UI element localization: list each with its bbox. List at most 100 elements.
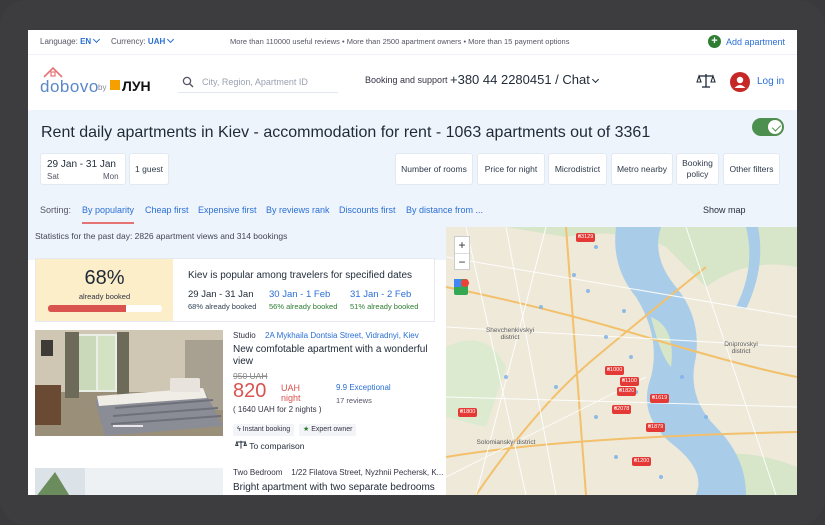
plus-icon: + [707, 35, 721, 48]
listing-type: Studio [233, 331, 256, 340]
price-marker[interactable]: ₴1619 [650, 394, 670, 403]
popularity-card: 68% already booked Kiev is popular among… [35, 258, 435, 322]
show-map-toggle[interactable] [752, 118, 784, 136]
logo-by: by [98, 83, 107, 92]
currency-value: UAH [147, 37, 166, 46]
listing-type-address: Two Bedroom 1/22 Filatova Street, Nyzhni… [233, 468, 443, 477]
booked-progress-bar [48, 305, 162, 312]
date-range-picker[interactable]: 29 Jan - 31 Jan Sat Mon [40, 153, 126, 185]
filter-label: Number of rooms [401, 163, 467, 174]
listing-photo[interactable] [35, 330, 223, 436]
listing-address[interactable]: 2A Mykhaila Dontsia Street, Vidradnyi, K… [265, 331, 419, 340]
add-apartment-label: Add apartment [725, 36, 785, 47]
lun-logo-mark [110, 80, 120, 90]
filter-label: Price for night [484, 163, 538, 174]
star-icon: ★ [303, 426, 312, 433]
district-label: Solomianskyi district [476, 439, 536, 446]
zoom-out-button[interactable]: − [455, 254, 469, 270]
sorting-bar: Sorting: By popularity Cheap first Expen… [28, 199, 797, 225]
price-marker[interactable]: ₴1820 [617, 387, 637, 396]
end-day: Mon [103, 172, 119, 181]
chevron-down-icon [591, 75, 599, 84]
language-selector[interactable]: Language: EN [40, 35, 101, 46]
listing-address[interactable]: 1/22 Filatova Street, Nyzhnii Pechersk, … [291, 468, 443, 477]
zoom-in-button[interactable]: + [455, 237, 469, 254]
show-map-label: Show map [703, 205, 746, 215]
popular-date-1: 29 Jan - 31 Jan [188, 289, 254, 300]
device-frame: Language: EN Currency: UAH More than 110… [0, 0, 825, 525]
booked-label: already booked [78, 292, 131, 301]
reviews-count[interactable]: 17 reviews [336, 396, 372, 405]
listing-title[interactable]: Bright apartment with two separate bedro… [233, 482, 435, 493]
price-marker[interactable]: ₴1100 [620, 377, 639, 386]
listing-title[interactable]: New comfotable apartment with a wonderfu… [233, 344, 433, 368]
expert-owner-badge: ★ Expert owner [299, 424, 357, 436]
price-marker[interactable]: ₴1800 [458, 408, 478, 417]
popular-note-2: 56% already booked [269, 302, 338, 311]
currency: UAH [281, 383, 301, 393]
badge-label: Instant booking [242, 426, 291, 433]
price-marker[interactable]: ₴1200 [632, 457, 652, 466]
filter-other[interactable]: Other filters [723, 153, 780, 185]
district-label: Shevchenkivskyi district [485, 327, 535, 341]
instant-booking-badge: ϟ Instant booking [233, 424, 295, 436]
sort-discounts-first[interactable]: Discounts first [339, 205, 396, 215]
top-strip: Language: EN Currency: UAH More than 110… [28, 30, 797, 54]
sort-by-popularity[interactable]: By popularity [82, 205, 135, 224]
filter-booking-policy[interactable]: Booking policy [676, 153, 719, 185]
login-link[interactable]: Log in [757, 76, 784, 87]
date-range: 29 Jan - 31 Jan [47, 159, 116, 170]
logo-text: dobovo [40, 77, 99, 96]
badge-label: Expert owner [311, 426, 353, 433]
booked-summary: 68% already booked [36, 259, 173, 321]
price: 820 [233, 380, 267, 402]
popular-date-3[interactable]: 31 Jan - 2 Feb [350, 289, 411, 300]
filter-metro-nearby[interactable]: Metro nearby [611, 153, 673, 185]
filter-label: Microdistrict [554, 163, 601, 174]
language-value: EN [80, 37, 92, 46]
sort-expensive-first[interactable]: Expensive first [198, 205, 257, 215]
user-avatar-icon[interactable] [730, 72, 750, 92]
price-marker[interactable]: ₴2078 [612, 405, 632, 414]
filter-label: Booking policy [682, 158, 713, 179]
phone-chat-dropdown[interactable]: +380 44 2280451 / Chat [450, 72, 599, 87]
phone-text: +380 44 2280451 / Chat [450, 72, 590, 87]
guests-label: 1 guest [135, 163, 163, 174]
scales-compare-icon [235, 440, 247, 449]
currency-label: Currency: [111, 37, 146, 46]
filter-number-of-rooms[interactable]: Number of rooms [395, 153, 473, 185]
listing-photo[interactable] [35, 468, 223, 495]
sort-by-reviews[interactable]: By reviews rank [266, 205, 330, 215]
price-marker[interactable]: ₴3129 [576, 233, 596, 242]
sort-by-distance[interactable]: By distance from ... [406, 205, 483, 215]
guests-selector[interactable]: 1 guest [129, 153, 169, 185]
price-marker[interactable]: ₴1000 [605, 366, 625, 375]
filter-microdistrict[interactable]: Microdistrict [548, 153, 607, 185]
currency-selector[interactable]: Currency: UAH [111, 35, 175, 46]
stats-text: Statistics for the past day: 2826 apartm… [35, 231, 288, 241]
browser-viewport: Language: EN Currency: UAH More than 110… [28, 30, 797, 495]
booked-percent: 68% [84, 267, 125, 289]
popular-headline: Kiev is popular among travelers for spec… [188, 270, 413, 281]
popular-note-1: 68% already booked [188, 302, 257, 311]
price-unit: UAH night [281, 383, 301, 403]
filter-label: Other filters [729, 163, 774, 174]
price-marker[interactable]: ₴1879 [646, 423, 666, 432]
sort-cheap-first[interactable]: Cheap first [145, 205, 189, 215]
popular-date-2[interactable]: 30 Jan - 1 Feb [269, 289, 330, 300]
price-total-note: ( 1640 UAH for 2 nights ) [233, 405, 322, 414]
map-view[interactable]: + − Shevchenkivskyi district Dniprovskyi… [446, 227, 797, 495]
language-label: Language: [40, 37, 78, 46]
district-label: Dniprovskyi district [724, 341, 758, 355]
map-canvas [446, 227, 797, 495]
filter-price-for-night[interactable]: Price for night [477, 153, 545, 185]
scales-compare-icon[interactable] [696, 73, 716, 89]
logo[interactable]: dobovo by ЛУН [40, 65, 151, 101]
start-day: Sat [47, 172, 60, 181]
lun-logo-text: ЛУН [122, 78, 151, 94]
listing-type: Two Bedroom [233, 468, 283, 477]
compare-button[interactable]: To comparison [235, 440, 305, 451]
search-input[interactable]: City, Region, Apartment ID [178, 74, 338, 93]
add-apartment-button[interactable]: + Add apartment [707, 35, 785, 48]
google-maps-pin-icon [454, 279, 469, 295]
